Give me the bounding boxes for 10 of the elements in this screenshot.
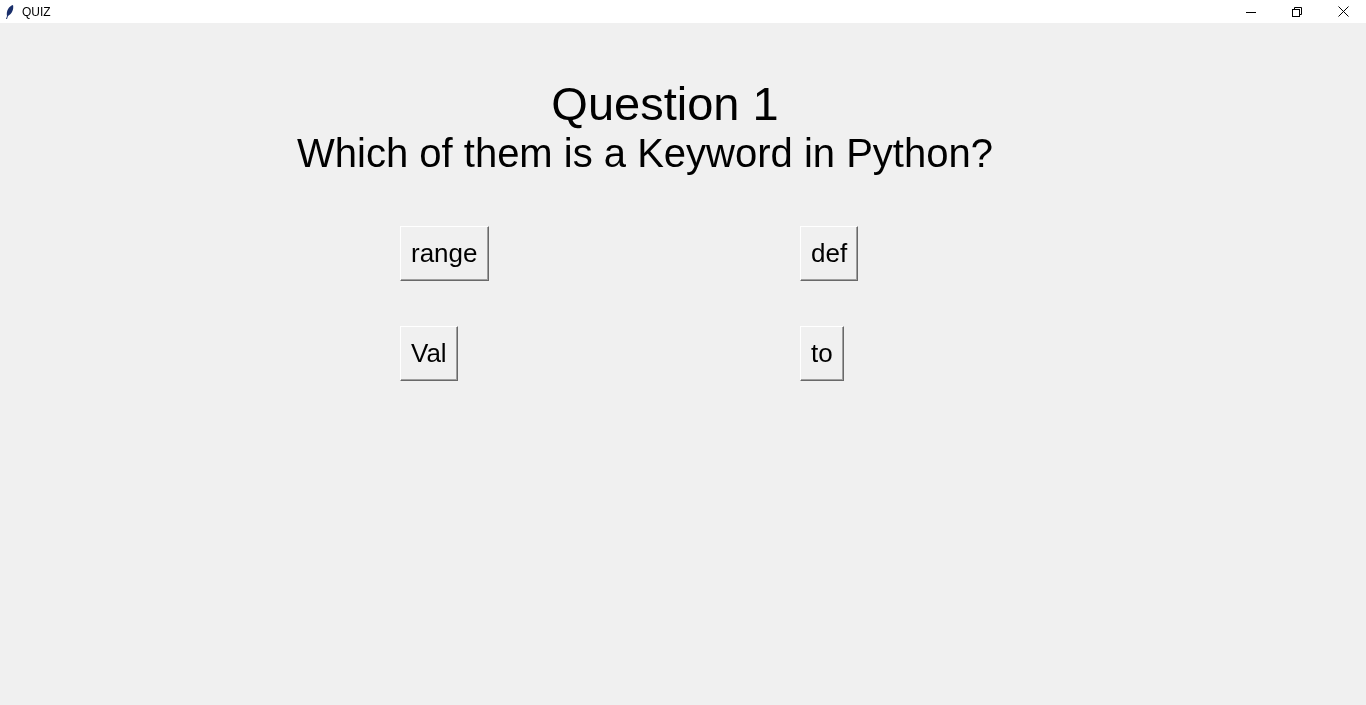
close-icon — [1337, 6, 1349, 17]
answer-button[interactable]: range — [400, 226, 489, 281]
restore-icon — [1292, 6, 1302, 17]
question-text: Which of them is a Keyword in Python? — [297, 131, 993, 175]
answer-button[interactable]: to — [800, 326, 844, 381]
feather-icon — [5, 3, 14, 20]
answer-button[interactable]: Val — [400, 326, 458, 381]
question-heading: Question 1 — [550, 77, 779, 131]
answer-button[interactable]: def — [800, 226, 859, 281]
window-title: QUIZ — [22, 4, 51, 19]
